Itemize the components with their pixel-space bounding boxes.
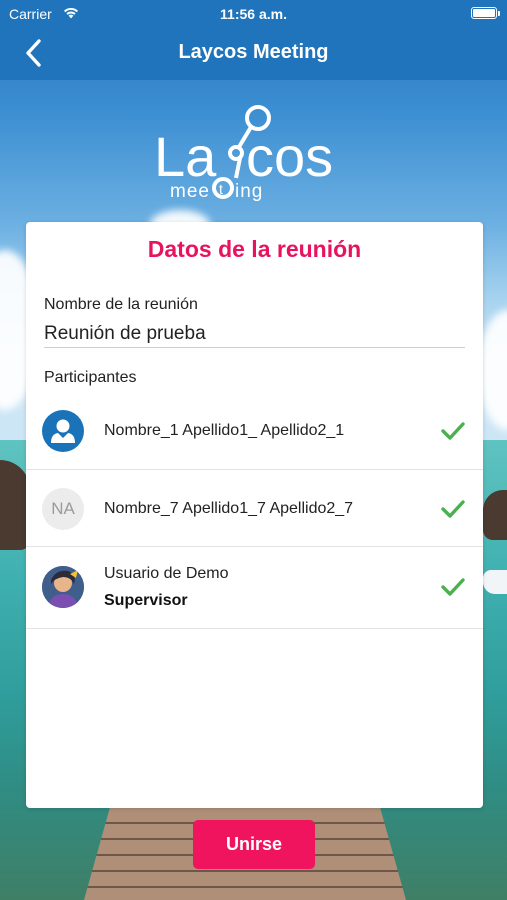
battery-icon [471,7,500,19]
participant-name: Nombre_1 Apellido1_ Apellido2_1 [104,422,345,439]
participant-role: Supervisor [104,592,188,609]
status-bar: Carrier 11:56 a.m. [0,0,507,28]
participant-name: Nombre_7 Apellido1_7 Apellido2_7 [104,500,354,517]
nav-title: Laycos Meeting [178,41,329,63]
card-heading: Datos de la reunión [147,236,362,262]
avatar-initials: NA [42,488,84,530]
status-time: 11:56 a.m. [220,6,287,22]
participant-row[interactable]: Nombre_1 Apellido1_ Apellido2_1 [26,392,483,470]
navigation-bar: Laycos Meeting [0,28,507,80]
svg-text:ing: ing [235,181,263,202]
background-rock [483,490,507,540]
laycos-meeting-logo: La cos mee t ing [154,105,333,202]
checkmark-icon [441,500,465,518]
meeting-name-field[interactable] [44,320,465,348]
participant-name: Usuario de Demo [104,565,229,582]
meeting-name-label: Nombre de la reunión [44,296,198,313]
person-icon [51,419,75,443]
join-button[interactable]: Unirse [193,820,315,869]
user-photo-icon [42,566,84,608]
top-bar: Carrier 11:56 a.m. Laycos Meeting [0,0,507,80]
meeting-details-card: Datos de la reunión Nombre de la reunión… [26,222,483,808]
logo-wordmark: La [154,125,217,188]
participants-label: Participantes [44,369,137,386]
participant-row[interactable]: Usuario de Demo Supervisor [26,547,483,629]
participant-row[interactable]: NA Nombre_7 Apellido1_7 Apellido2_7 [26,470,483,547]
avatar [42,410,84,452]
checkmark-icon [441,578,465,596]
checkmark-icon [441,422,465,440]
svg-text:cos: cos [246,125,333,188]
svg-text:t: t [219,181,223,197]
background-boat [483,570,507,594]
logo-subtitle: mee [170,181,210,202]
avatar [42,566,84,608]
